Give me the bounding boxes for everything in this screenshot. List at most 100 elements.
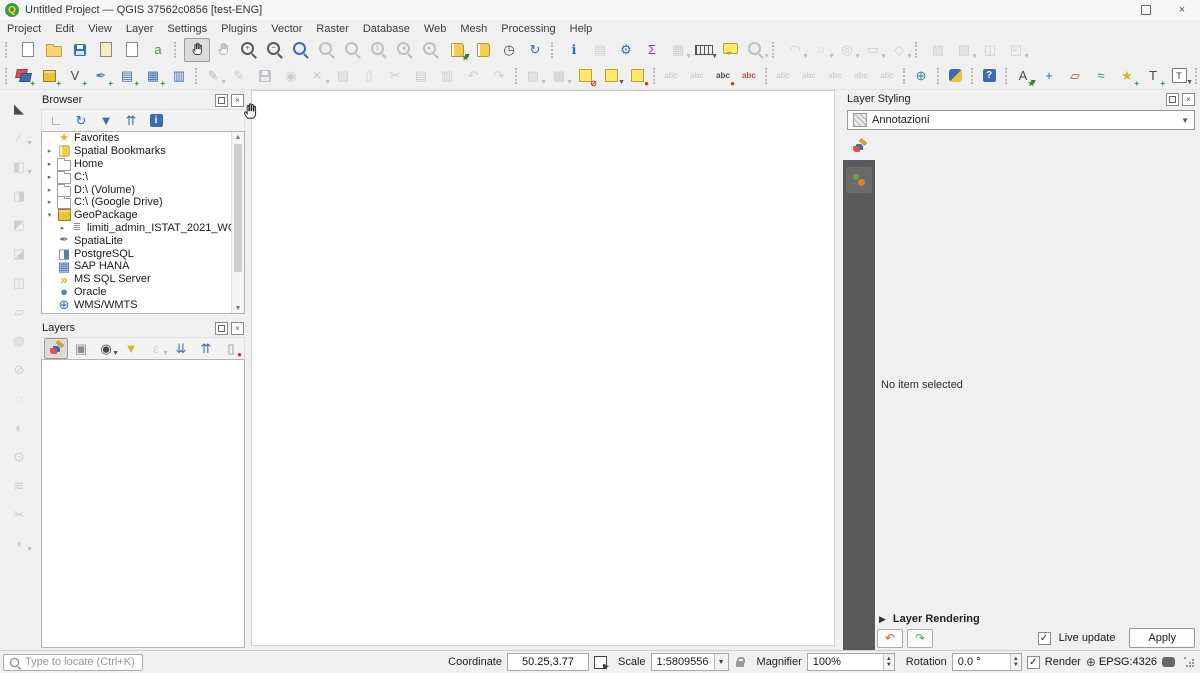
new-shapefile-layer[interactable]: V+: [62, 64, 88, 88]
browser-item-partial-item[interactable]: ▦: [42, 311, 244, 314]
spin-down-icon[interactable]: ▼: [1013, 662, 1019, 668]
menu-settings[interactable]: Settings: [160, 22, 214, 36]
layer-select-combo[interactable]: Annotazioni ▼: [847, 110, 1195, 130]
menu-help[interactable]: Help: [563, 22, 600, 36]
lock-scale-icon[interactable]: [736, 661, 744, 667]
expand-all[interactable]: ⇊: [169, 338, 193, 359]
menu-edit[interactable]: Edit: [48, 22, 81, 36]
expander-icon[interactable]: ▸: [45, 147, 54, 155]
live-update-checkbox[interactable]: ✓: [1038, 632, 1051, 645]
zoom-full-extent[interactable]: [288, 38, 314, 62]
spin-down-icon[interactable]: ▼: [886, 662, 892, 668]
browser-item-spatialite[interactable]: ✒SpatiaLite: [42, 234, 244, 247]
rotation-spinbox[interactable]: 0.0 ° ▲▼: [952, 653, 1022, 671]
add-group[interactable]: ▣: [69, 338, 93, 359]
data-source-manager[interactable]: +: [10, 64, 36, 88]
expander-icon[interactable]: ▸: [45, 186, 54, 194]
apply-button[interactable]: Apply: [1129, 628, 1195, 648]
browser-item-c[interactable]: ▸C:\: [42, 170, 244, 183]
undo-style-button[interactable]: ↶: [877, 629, 903, 648]
open-layer-styling-panel[interactable]: [44, 338, 68, 359]
marker-annotation[interactable]: ★+: [1114, 64, 1140, 88]
show-spatial-bookmarks[interactable]: [470, 38, 496, 62]
menu-raster[interactable]: Raster: [309, 22, 355, 36]
map-canvas[interactable]: [251, 90, 835, 646]
new-virtual-layer[interactable]: ▤+: [114, 64, 140, 88]
tab-symbology[interactable]: [843, 134, 875, 160]
browser-scrollbar[interactable]: ▲ ▼: [231, 132, 244, 313]
scrollbar-thumb[interactable]: [234, 144, 242, 272]
menu-view[interactable]: View: [81, 22, 119, 36]
browser-item-geopackage[interactable]: ▾GeoPackage: [42, 209, 244, 222]
close-window-button[interactable]: ×: [1164, 0, 1200, 20]
zoom-out[interactable]: −: [262, 38, 288, 62]
statistical-summary[interactable]: Σ: [639, 38, 665, 62]
browser-item-spatial-bookmarks[interactable]: ▸Spatial Bookmarks: [42, 145, 244, 158]
scroll-up-icon[interactable]: ▲: [235, 132, 242, 142]
add-selected-layers[interactable]: ∟: [44, 110, 68, 131]
toggle-unplaced-labels[interactable]: abc: [736, 64, 762, 88]
processing-toolbox[interactable]: ⚙: [613, 38, 639, 62]
browser-item-ms-sql-server[interactable]: »MS SQL Server: [42, 273, 244, 286]
styling-float-button[interactable]: [1166, 93, 1179, 106]
menu-vector[interactable]: Vector: [264, 22, 309, 36]
remove-layer[interactable]: ▯●: [219, 338, 243, 359]
layers-list-empty[interactable]: [41, 359, 245, 648]
crs-indicator[interactable]: ⊕ EPSG:4326: [1086, 656, 1157, 668]
menu-layer[interactable]: Layer: [119, 22, 161, 36]
collapse-all-layers[interactable]: ⇈: [194, 338, 218, 359]
restore-window-button[interactable]: [1128, 0, 1164, 20]
expander-icon[interactable]: ▸: [58, 224, 67, 232]
expander-icon[interactable]: ▸: [45, 198, 54, 206]
messages-icon[interactable]: [1162, 657, 1175, 667]
extent-pointer-icon[interactable]: [594, 656, 607, 669]
browser-item-d-volume[interactable]: ▸D:\ (Volume): [42, 183, 244, 196]
move-annotation[interactable]: ●: [624, 64, 650, 88]
redo-style-button[interactable]: ↷: [907, 629, 933, 648]
new-project[interactable]: [15, 38, 41, 62]
browser-item-postgresql[interactable]: ◨PostgreSQL: [42, 247, 244, 260]
style-manager[interactable]: a: [145, 38, 171, 62]
browser-item-oracle[interactable]: ●Oracle: [42, 286, 244, 299]
identify-features[interactable]: ℹ: [561, 38, 587, 62]
browser-item-home[interactable]: ▸Home: [42, 158, 244, 171]
menu-project[interactable]: Project: [0, 22, 48, 36]
metasearch[interactable]: ⊕: [908, 64, 934, 88]
zoom-in[interactable]: +: [236, 38, 262, 62]
line-annotation[interactable]: ≈: [1088, 64, 1114, 88]
expander-icon[interactable]: ▸: [45, 160, 54, 168]
refresh-map[interactable]: ↻: [522, 38, 548, 62]
manage-map-themes[interactable]: ◉▼: [94, 338, 118, 359]
coordinate-input[interactable]: 50.25,3.77: [507, 653, 589, 671]
layer-rendering-section[interactable]: ▶ Layer Rendering: [879, 613, 980, 625]
magnifier-spinbox[interactable]: 100% ▲▼: [807, 653, 895, 671]
annotation-symbol[interactable]: A★▼: [1010, 64, 1036, 88]
new-spatial-bookmark[interactable]: ★▼: [444, 38, 470, 62]
refresh-browser[interactable]: ↻: [69, 110, 93, 131]
new-text-annotation[interactable]: ⊘: [572, 64, 598, 88]
new-print-layout[interactable]: [93, 38, 119, 62]
browser-item-sap-hana[interactable]: ▦SAP HANA: [42, 260, 244, 273]
new-spatialite-layer[interactable]: ✒+: [88, 64, 114, 88]
highlight-pinned-labels[interactable]: abc●: [710, 64, 736, 88]
menu-plugins[interactable]: Plugins: [214, 22, 264, 36]
open-project[interactable]: [41, 38, 67, 62]
collapse-all[interactable]: ⇈: [119, 110, 143, 131]
scroll-down-icon[interactable]: ▼: [235, 303, 242, 313]
browser-item-c-google-drive[interactable]: ▸C:\ (Google Drive): [42, 196, 244, 209]
new-mesh-layer[interactable]: ▦+: [140, 64, 166, 88]
locate-input[interactable]: Type to locate (Ctrl+K): [3, 654, 143, 671]
browser-item-limiti-admin-istat-2021-wgs84-gpkg[interactable]: ▸≣limiti_admin_ISTAT_2021_WGS84.gpkg: [42, 222, 244, 235]
browser-item-wms-wmts[interactable]: ⊕WMS/WMTS: [42, 298, 244, 311]
chevron-down-icon[interactable]: ▼: [714, 654, 728, 670]
tab-annotation-style[interactable]: [846, 167, 872, 193]
polygon-annotation[interactable]: ▱: [1062, 64, 1088, 88]
render-checkbox[interactable]: ✓: [1027, 656, 1040, 669]
filter-legend[interactable]: ▼: [119, 338, 143, 359]
python-console[interactable]: [942, 64, 968, 88]
scale-combo[interactable]: 1:5809556 ▼: [651, 653, 729, 671]
layers-close-button[interactable]: ×: [231, 322, 244, 335]
help[interactable]: ?: [976, 64, 1002, 88]
menu-web[interactable]: Web: [417, 22, 453, 36]
new-form-annotation[interactable]: ▼: [598, 64, 624, 88]
